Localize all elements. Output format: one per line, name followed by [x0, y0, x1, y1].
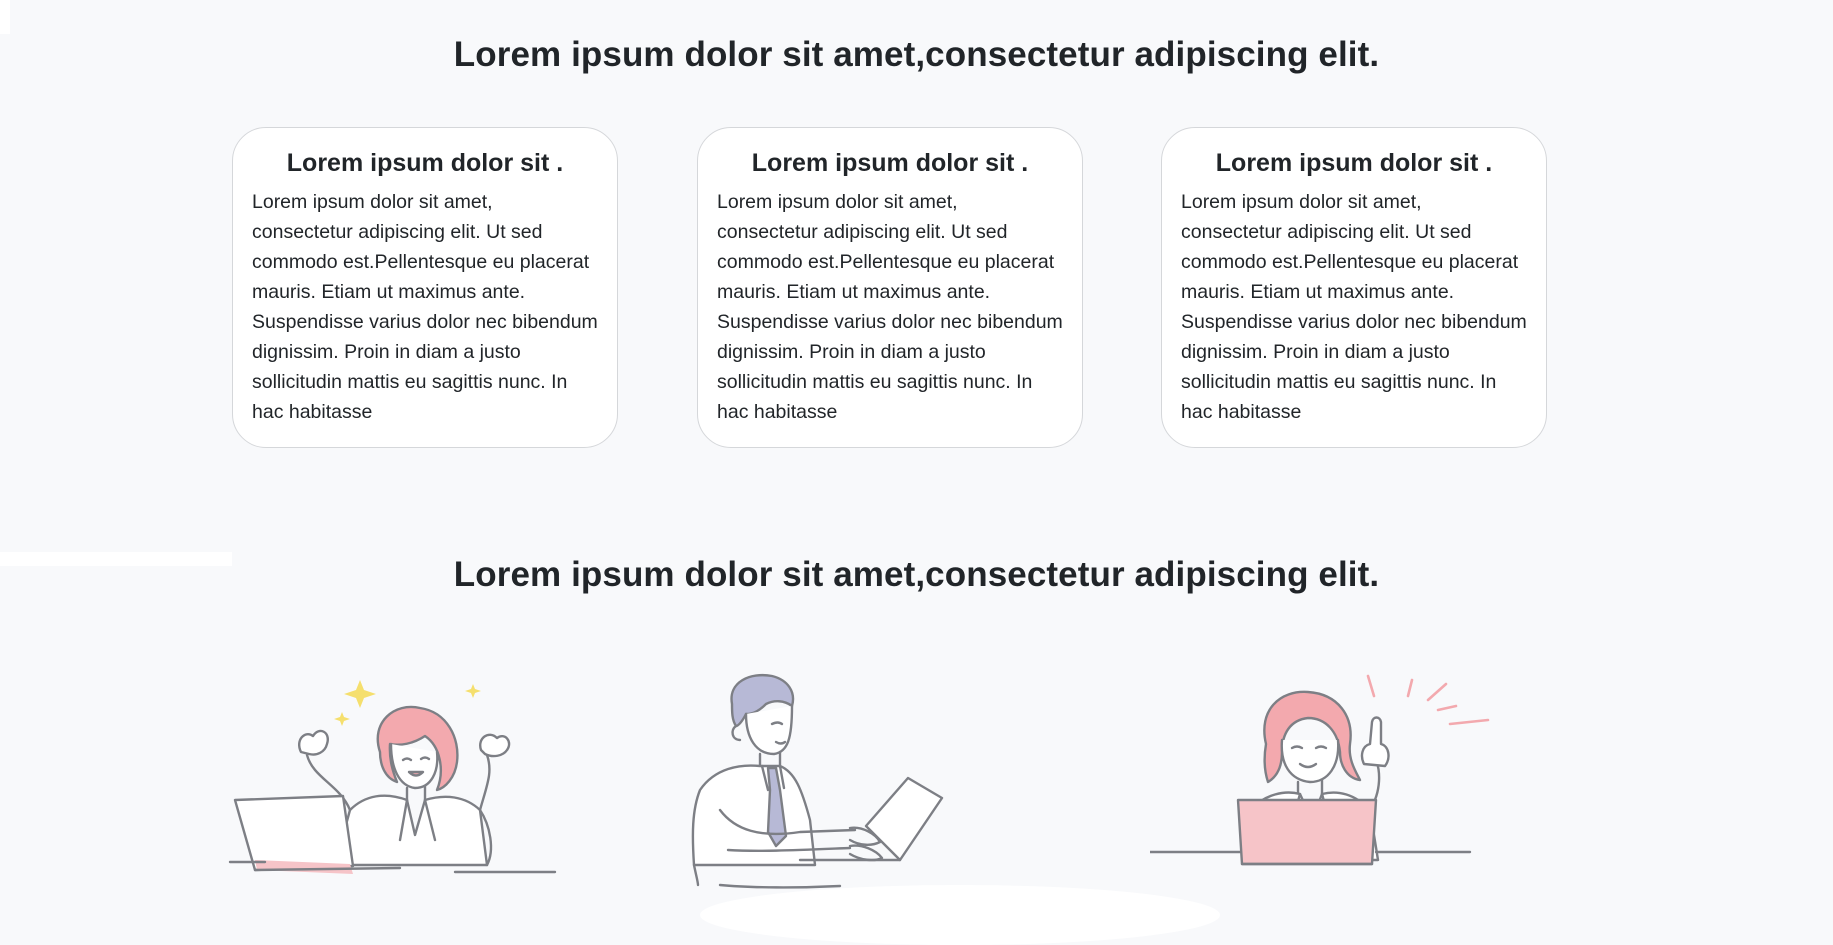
section-title-features: Lorem ipsum dolor sit amet,consectetur a… — [453, 35, 1380, 74]
feature-card: Lorem ipsum dolor sit . Lorem ipsum dolo… — [697, 127, 1083, 448]
man-typing-laptop-illustration — [680, 660, 1040, 890]
footer-curve — [700, 885, 1220, 945]
corner-strip — [0, 0, 10, 34]
celebrating-woman-laptop-illustration — [225, 660, 585, 890]
card-text: Lorem ipsum dolor sit amet, consectetur … — [1181, 191, 1527, 423]
section-title-illustrations: Lorem ipsum dolor sit amet,consectetur a… — [453, 555, 1380, 594]
card-title: Lorem ipsum dolor sit . — [1215, 149, 1493, 177]
feature-card: Lorem ipsum dolor sit . Lorem ipsum dolo… — [232, 127, 618, 448]
card-title: Lorem ipsum dolor sit . — [286, 149, 564, 177]
card-title: Lorem ipsum dolor sit . — [751, 149, 1029, 177]
woman-idea-laptop-illustration — [1148, 660, 1510, 890]
card-text: Lorem ipsum dolor sit amet, consectetur … — [252, 191, 598, 423]
card-text: Lorem ipsum dolor sit amet, consectetur … — [717, 191, 1063, 423]
feature-card: Lorem ipsum dolor sit . Lorem ipsum dolo… — [1161, 127, 1547, 448]
